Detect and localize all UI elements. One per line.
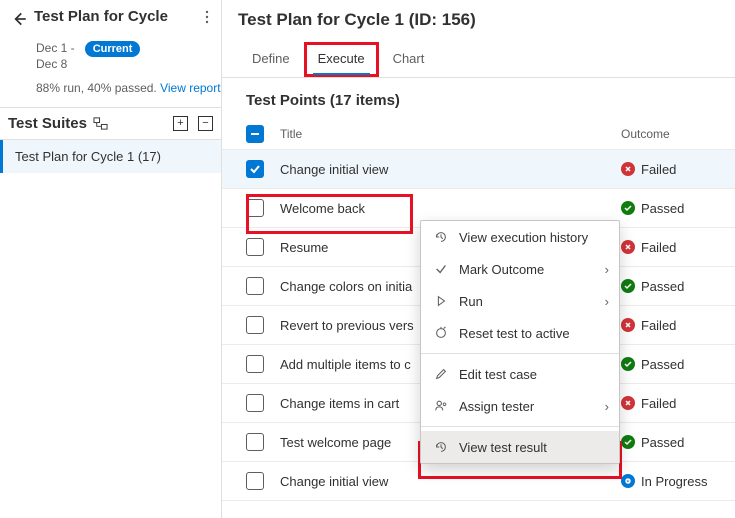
row-outcome: Failed bbox=[621, 162, 711, 177]
remove-suite-icon[interactable]: − bbox=[198, 116, 213, 131]
select-all-checkbox[interactable] bbox=[246, 125, 264, 143]
left-panel: Test Plan for Cycle Dec 1 - Dec 8 Curren… bbox=[0, 0, 222, 518]
context-menu: View execution historyMark Outcome›Run›R… bbox=[420, 220, 620, 464]
check-icon bbox=[433, 261, 449, 277]
tab-chart[interactable]: Chart bbox=[379, 42, 439, 77]
row-checkbox[interactable] bbox=[246, 394, 264, 412]
context-menu-separator bbox=[421, 353, 619, 354]
row-outcome: In Progress bbox=[621, 474, 711, 489]
date-range: Dec 1 - Dec 8 bbox=[36, 41, 75, 72]
context-menu-label: View execution history bbox=[459, 230, 588, 245]
context-menu-label: Run bbox=[459, 294, 483, 309]
suites-title: Test Suites bbox=[8, 115, 87, 132]
section-title: Test Points (17 items) bbox=[222, 92, 735, 119]
context-menu-label: Edit test case bbox=[459, 367, 537, 382]
left-panel-title: Test Plan for Cycle bbox=[34, 8, 197, 25]
row-checkbox[interactable] bbox=[246, 160, 264, 178]
context-menu-item[interactable]: Edit test case bbox=[421, 358, 619, 390]
chevron-right-icon: › bbox=[605, 399, 609, 414]
row-outcome: Passed bbox=[621, 279, 711, 294]
stats-text: 88% run, 40% passed. View report bbox=[0, 80, 221, 97]
table-header: Title Outcome bbox=[222, 119, 735, 150]
row-outcome: Failed bbox=[621, 240, 711, 255]
in-progress-icon bbox=[621, 474, 635, 488]
row-checkbox[interactable] bbox=[246, 433, 264, 451]
row-checkbox[interactable] bbox=[246, 355, 264, 373]
context-menu-label: Reset test to active bbox=[459, 326, 570, 341]
row-checkbox[interactable] bbox=[246, 238, 264, 256]
failed-icon bbox=[621, 240, 635, 254]
row-title: Change initial view bbox=[280, 474, 621, 489]
row-title: Change initial view bbox=[280, 162, 621, 177]
row-outcome: Passed bbox=[621, 201, 711, 216]
context-menu-item[interactable]: Reset test to active bbox=[421, 317, 619, 349]
view-report-link[interactable]: View report bbox=[160, 81, 220, 95]
row-title: Welcome back bbox=[280, 201, 621, 216]
context-menu-item[interactable]: View execution history bbox=[421, 221, 619, 253]
reset-icon bbox=[433, 325, 449, 341]
assign-icon bbox=[433, 398, 449, 414]
row-checkbox[interactable] bbox=[246, 277, 264, 295]
current-badge: Current bbox=[85, 41, 141, 57]
context-menu-separator bbox=[421, 426, 619, 427]
context-menu-label: Assign tester bbox=[459, 399, 534, 414]
suite-tree-icon[interactable] bbox=[93, 115, 109, 131]
tab-define[interactable]: Define bbox=[238, 42, 304, 77]
column-outcome[interactable]: Outcome bbox=[621, 127, 711, 141]
add-suite-icon[interactable]: + bbox=[173, 116, 188, 131]
column-title[interactable]: Title bbox=[280, 127, 621, 141]
stats-value: 88% run, 40% passed. bbox=[36, 81, 160, 95]
history-icon bbox=[433, 229, 449, 245]
context-menu-item[interactable]: Mark Outcome › bbox=[421, 253, 619, 285]
row-checkbox[interactable] bbox=[246, 472, 264, 490]
failed-icon bbox=[621, 162, 635, 176]
row-checkbox[interactable] bbox=[246, 199, 264, 217]
failed-icon bbox=[621, 318, 635, 332]
table-row[interactable]: Change initial viewFailed bbox=[222, 150, 735, 189]
context-menu-item[interactable]: Assign tester › bbox=[421, 390, 619, 422]
more-actions-icon[interactable] bbox=[203, 8, 211, 29]
context-menu-item[interactable]: View test result bbox=[421, 431, 619, 463]
history-icon bbox=[433, 439, 449, 455]
row-outcome: Passed bbox=[621, 435, 711, 450]
page-title: Test Plan for Cycle 1 (ID: 156) bbox=[238, 10, 719, 30]
chevron-right-icon: › bbox=[605, 294, 609, 309]
table-row[interactable]: Change initial viewIn Progress bbox=[222, 462, 735, 501]
play-icon bbox=[433, 293, 449, 309]
failed-icon bbox=[621, 396, 635, 410]
row-outcome: Failed bbox=[621, 396, 711, 411]
chevron-right-icon: › bbox=[605, 262, 609, 277]
tab-execute[interactable]: Execute bbox=[304, 42, 379, 77]
passed-icon bbox=[621, 279, 635, 293]
passed-icon bbox=[621, 435, 635, 449]
suite-item-label: Test Plan for Cycle 1 (17) bbox=[15, 149, 161, 164]
row-checkbox[interactable] bbox=[246, 316, 264, 334]
row-outcome: Failed bbox=[621, 318, 711, 333]
context-menu-label: View test result bbox=[459, 440, 547, 455]
passed-icon bbox=[621, 357, 635, 371]
tab-bar: Define Execute Chart bbox=[222, 42, 735, 78]
suites-header: Test Suites + − bbox=[0, 107, 221, 140]
edit-icon bbox=[433, 366, 449, 382]
back-icon[interactable] bbox=[10, 8, 28, 31]
context-menu-item[interactable]: Run › bbox=[421, 285, 619, 317]
suite-item[interactable]: Test Plan for Cycle 1 (17) bbox=[0, 140, 221, 173]
context-menu-label: Mark Outcome bbox=[459, 262, 544, 277]
row-outcome: Passed bbox=[621, 357, 711, 372]
passed-icon bbox=[621, 201, 635, 215]
